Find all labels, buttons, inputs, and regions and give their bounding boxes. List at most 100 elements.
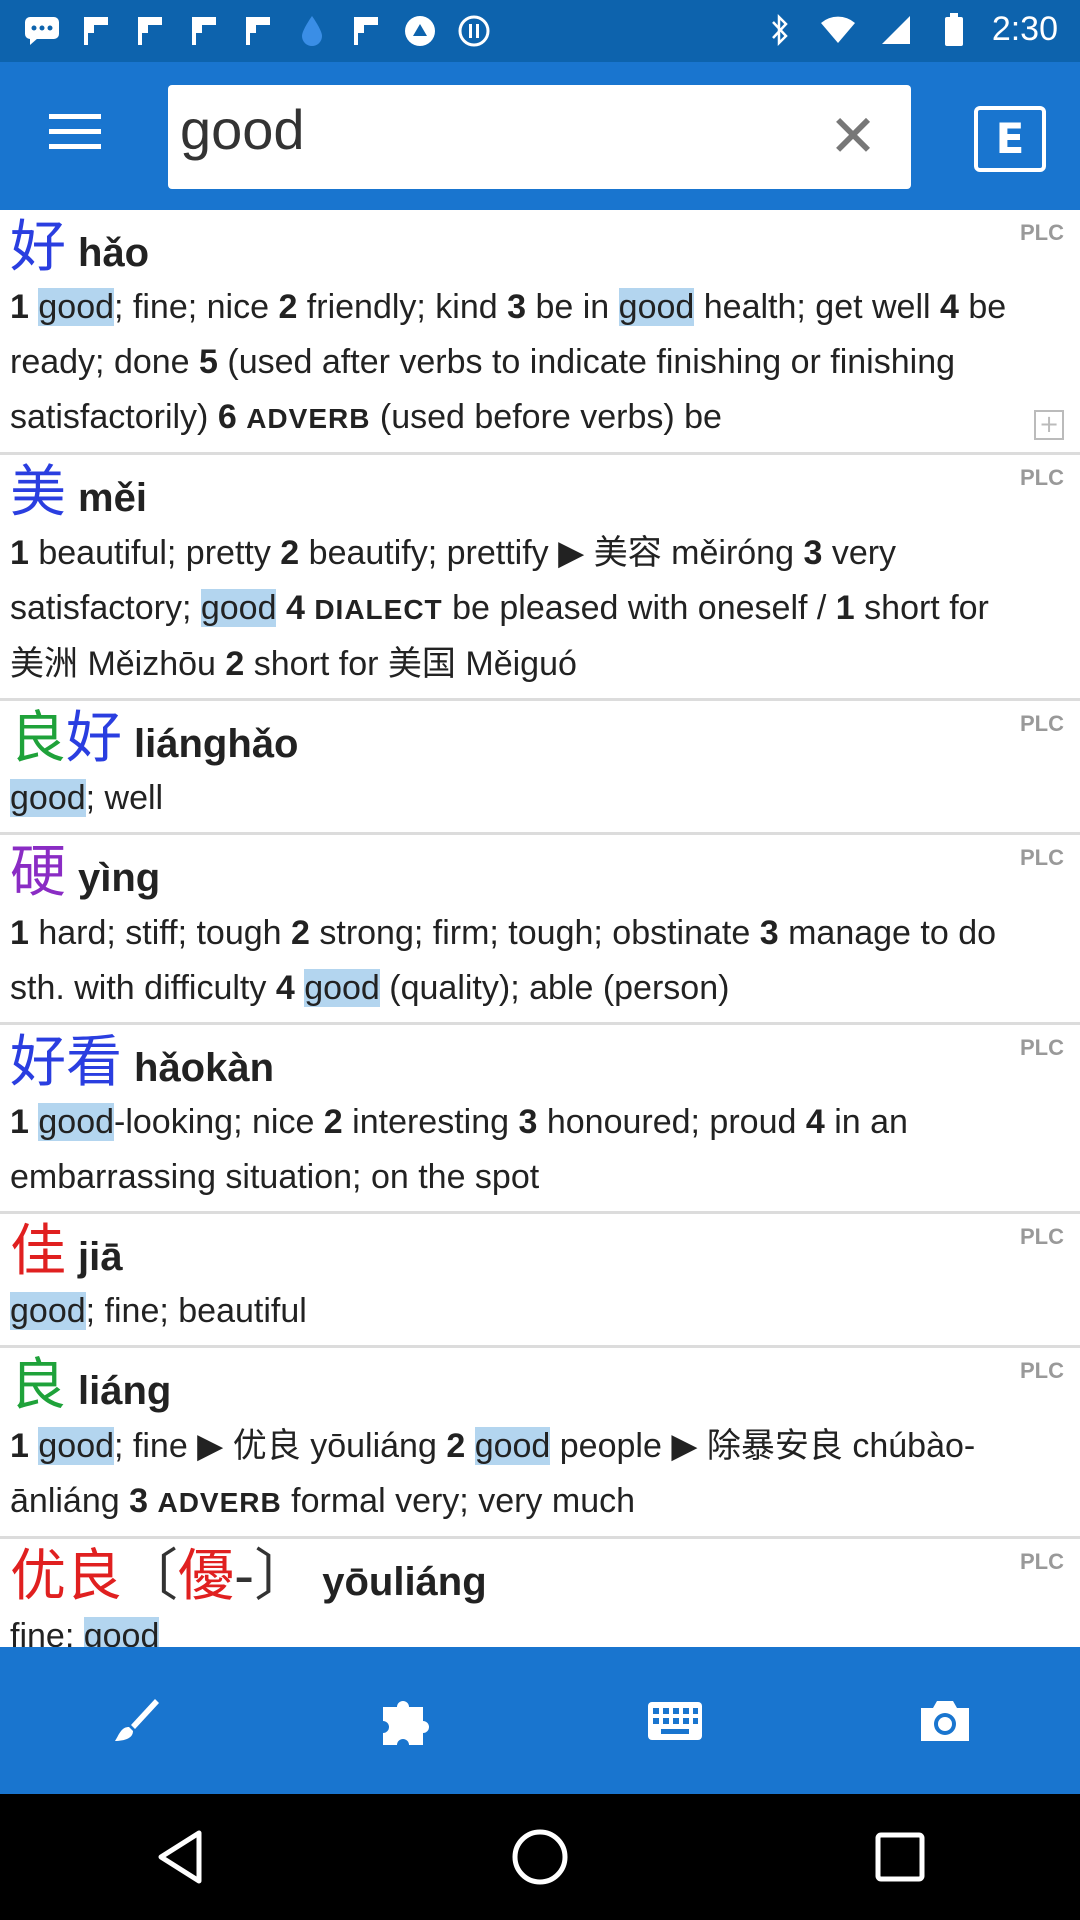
dictionary-entry[interactable]: PLC 硬 yìng 1 hard; stiff; tough 2 strong; f… bbox=[0, 835, 1080, 1025]
entry-source-label: PLC bbox=[1020, 710, 1064, 736]
entry-headword: 好 hǎo bbox=[10, 210, 1068, 280]
sense-number: 1 bbox=[10, 288, 29, 327]
dictionary-entry[interactable]: PLC 佳 jiā good; fine; beautiful bbox=[0, 1214, 1080, 1349]
battery-icon bbox=[934, 11, 974, 49]
entry-characters: 良 bbox=[10, 1354, 66, 1418]
signal-icon bbox=[876, 11, 916, 49]
sense-number: 1 bbox=[10, 1102, 29, 1141]
grammar-tag: ADVERB bbox=[157, 1486, 282, 1518]
character: 好 bbox=[10, 1029, 66, 1095]
back-icon[interactable] bbox=[135, 1812, 225, 1902]
home-icon[interactable] bbox=[495, 1812, 585, 1902]
puzzle-icon[interactable] bbox=[365, 1681, 445, 1761]
clock: 2:30 bbox=[991, 10, 1058, 48]
clear-search-icon[interactable]: ✕ bbox=[823, 107, 883, 167]
entry-pinyin: hǎo bbox=[78, 231, 150, 275]
sense-number: 3 bbox=[129, 1481, 149, 1520]
search-term-highlight: good bbox=[10, 1292, 86, 1331]
entry-definition: 1 good; fine; nice 2 friendly; kind 3 be… bbox=[10, 288, 1007, 437]
camera-icon[interactable] bbox=[905, 1681, 985, 1761]
character: 好 bbox=[10, 215, 66, 280]
entry-definition: 1 hard; stiff; tough 2 strong; firm; tou… bbox=[10, 913, 997, 1007]
character: 美 bbox=[10, 460, 66, 526]
grammar-tag: ADVERB bbox=[246, 403, 371, 435]
search-field[interactable]: good ✕ bbox=[168, 85, 911, 189]
bluetooth-icon bbox=[760, 11, 800, 49]
entry-source-label: PLC bbox=[1020, 1548, 1064, 1574]
water-drop-icon bbox=[292, 12, 332, 50]
sense-number: 4 bbox=[940, 288, 959, 327]
entry-pinyin: yìng bbox=[78, 856, 161, 901]
sense-number: 2 bbox=[323, 1102, 343, 1141]
dictionary-entry[interactable]: PLC 良好 liánghǎo good; well bbox=[0, 701, 1080, 836]
sense-number: 1 bbox=[835, 588, 855, 627]
entry-headword: 好看 hǎokàn bbox=[10, 1025, 1068, 1095]
sense-number: 5 bbox=[199, 343, 218, 382]
character: 良 bbox=[66, 1543, 122, 1609]
character: 佳 bbox=[10, 1218, 66, 1284]
dictionary-entry[interactable]: PLC 良 liáng 1 good; fine ▶ 优良 yōuliáng 2 go… bbox=[0, 1348, 1080, 1539]
flipboard-icon bbox=[184, 12, 224, 50]
search-term-highlight: good bbox=[38, 1426, 115, 1465]
dictionary-entry[interactable]: PLC 好看 hǎokàn 1 good-looking; nice 2 intere… bbox=[0, 1025, 1080, 1214]
sense-number: 2 bbox=[225, 644, 245, 683]
dictionary-entry[interactable]: PLC 好 hǎo 1 good; fine; nice 2 friendly; ki… bbox=[0, 210, 1080, 456]
sense-number: 2 bbox=[280, 533, 300, 572]
dictionary-mode-button[interactable]: E bbox=[974, 106, 1046, 172]
keyboard-icon[interactable] bbox=[635, 1681, 715, 1761]
entry-characters: 好 bbox=[10, 215, 66, 280]
entry-pinyin: měi bbox=[78, 476, 147, 521]
entry-characters: 优良〔優-〕 bbox=[10, 1543, 311, 1609]
brush-icon[interactable] bbox=[95, 1681, 175, 1761]
system-status: 2:30 bbox=[760, 10, 1058, 49]
search-term-highlight: good bbox=[38, 1102, 115, 1141]
character: -〕 bbox=[234, 1543, 311, 1609]
dictionary-entry[interactable]: PLC 美 měi 1 beautiful; pretty 2 beautify; p… bbox=[0, 455, 1080, 701]
character: 看 bbox=[66, 1029, 122, 1095]
entry-characters: 良好 bbox=[10, 705, 122, 771]
bottom-toolbar bbox=[0, 1647, 1080, 1794]
sense-number: 1 bbox=[10, 533, 29, 572]
flipboard-icon bbox=[238, 12, 278, 50]
flipboard-icon bbox=[76, 12, 116, 50]
character: 优 bbox=[10, 1543, 66, 1609]
search-term-highlight: good bbox=[618, 288, 695, 327]
dictionary-entry[interactable]: PLC 优良〔優-〕 yōuliáng fine; good bbox=[0, 1539, 1080, 1647]
results-list: PLC 好 hǎo 1 good; fine; nice 2 friendly; ki… bbox=[0, 210, 1080, 1647]
entry-headword: 硬 yìng bbox=[10, 835, 1068, 905]
expand-icon[interactable]: + bbox=[1034, 410, 1064, 441]
grammar-tag: DIALECT bbox=[314, 593, 443, 625]
search-term-highlight: good bbox=[304, 968, 380, 1007]
character: 良 bbox=[10, 1353, 66, 1419]
search-input[interactable]: good bbox=[180, 97, 305, 162]
search-term-highlight: good bbox=[474, 1426, 551, 1465]
entry-headword: 良好 liánghǎo bbox=[10, 701, 1068, 771]
app-icon bbox=[454, 12, 494, 50]
entry-definition: good; well bbox=[10, 779, 164, 818]
entry-source-label: PLC bbox=[1020, 845, 1064, 871]
sense-number: 3 bbox=[507, 288, 527, 327]
sense-number: 4 bbox=[805, 1102, 825, 1141]
sense-number: 3 bbox=[803, 533, 823, 572]
search-term-highlight: good bbox=[200, 588, 277, 627]
entry-headword: 良 liáng bbox=[10, 1348, 1068, 1418]
entry-characters: 好看 bbox=[10, 1029, 122, 1095]
entry-source-label: PLC bbox=[1020, 1358, 1064, 1384]
entry-pinyin: hǎokàn bbox=[134, 1045, 275, 1090]
menu-icon[interactable] bbox=[40, 114, 110, 164]
app-icon bbox=[400, 12, 440, 50]
entry-pinyin: yōuliáng bbox=[322, 1559, 487, 1604]
notification-icons bbox=[22, 12, 494, 50]
sense-number: 2 bbox=[278, 288, 298, 327]
entry-definition: 1 good-looking; nice 2 interesting 3 hon… bbox=[10, 1102, 908, 1196]
entry-headword: 美 měi bbox=[10, 455, 1068, 525]
entry-source-label: PLC bbox=[1020, 220, 1064, 245]
search-term-highlight: good bbox=[10, 779, 86, 818]
character: 硬 bbox=[10, 840, 66, 906]
entry-source-label: PLC bbox=[1020, 465, 1064, 491]
sense-number: 2 bbox=[446, 1426, 466, 1465]
character: 好 bbox=[66, 705, 122, 771]
recents-icon[interactable] bbox=[855, 1812, 945, 1902]
flipboard-icon bbox=[130, 12, 170, 50]
sense-number: 4 bbox=[275, 968, 295, 1007]
